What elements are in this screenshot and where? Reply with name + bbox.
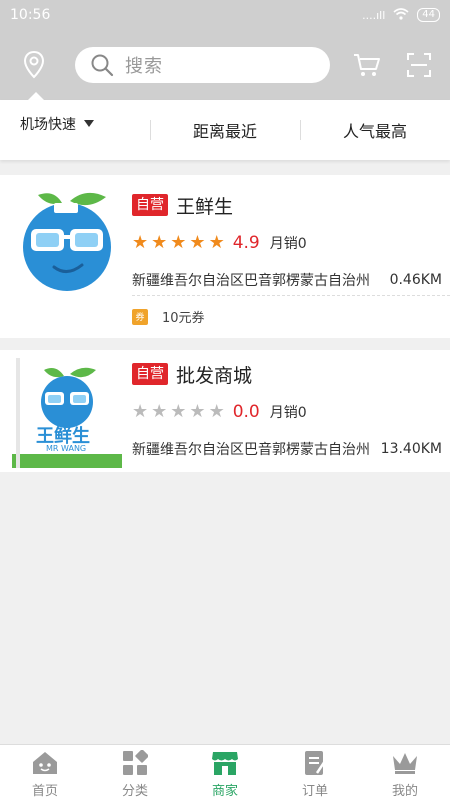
coupon-text: 10元券 [162,311,205,326]
filter-bar: 机场快速 距离最近 人气最高 [0,100,450,160]
star-icon: ★ [151,401,168,422]
home-icon [30,748,60,778]
rating-score: 0.0 [232,402,260,422]
store-distance: 13.40KM [380,441,442,457]
filter-airport-label: 机场快速 [20,117,76,133]
filter-distance[interactable]: 距离最近 [150,100,300,160]
store-list: 自营 王鲜生 ★ ★ ★ ★ ★ 4.9 月销0 新疆维吾尔自治区巴音郭楞蒙古自… [0,175,450,472]
tab-label: 商家 [211,783,238,799]
store-address: 新疆维吾尔自治区巴音郭楞蒙古自治州 [132,442,370,458]
star-icon: ★ [151,232,168,253]
tab-home[interactable]: 首页 [0,745,90,800]
signal-icon: ....ıll [362,8,386,22]
star-icon: ★ [170,401,187,422]
store-name: 王鲜生 [176,195,234,218]
pointer-notch [28,92,44,100]
search-row: 搜索 [0,38,450,94]
status-bar: 10:56 ....ıll 44 [0,0,450,30]
cart-button[interactable] [352,50,382,80]
search-icon [89,52,115,78]
status-icons: ....ıll 44 [362,7,440,23]
store-card[interactable]: 自营 王鲜生 ★ ★ ★ ★ ★ 4.9 月销0 新疆维吾尔自治区巴音郭楞蒙古自… [0,175,450,338]
filter-popular-label: 人气最高 [342,122,407,141]
filter-distance-label: 距离最近 [192,122,257,141]
tab-label: 分类 [121,783,148,799]
tab-store[interactable]: 商家 [180,745,270,800]
location-pin-icon [23,50,45,79]
store-icon [210,748,240,778]
store-card[interactable]: 王鲜生 MR WANG 自营 批发商城 ★ ★ ★ ★ ★ 0.0 月销0 新疆… [0,350,450,484]
store-info: 自营 批发商城 ★ ★ ★ ★ ★ 0.0 月销0 新疆维吾尔自治区巴音郭楞蒙古… [132,360,442,460]
rating-stars: ★ ★ ★ ★ ★ [132,234,225,252]
rating-score: 4.9 [232,233,260,253]
star-icon: ★ [132,232,149,253]
filter-popular[interactable]: 人气最高 [300,100,450,160]
rating-stars: ★ ★ ★ ★ ★ [132,403,225,421]
tab-label: 我的 [391,783,418,799]
search-input[interactable]: 搜索 [75,47,330,83]
battery-icon: 44 [417,8,440,22]
header-area: 10:56 ....ıll 44 搜索 [0,0,450,100]
tab-label: 首页 [31,783,58,799]
store-distance: 0.46KM [389,272,442,288]
cart-icon [354,54,380,76]
store-name: 批发商城 [176,364,253,387]
tab-orders[interactable]: 订单 [270,745,360,800]
store-address: 新疆维吾尔自治区巴音郭楞蒙古自治州 [132,273,370,289]
tab-mine[interactable]: 我的 [360,745,450,800]
order-icon [300,748,330,778]
store-logo [14,187,120,293]
category-icon [120,748,150,778]
store-logo: 王鲜生 MR WANG [12,358,122,468]
tab-label: 订单 [301,783,328,799]
store-info: 自营 王鲜生 ★ ★ ★ ★ ★ 4.9 月销0 新疆维吾尔自治区巴音郭楞蒙古自… [132,191,442,291]
status-time: 10:56 [10,7,51,23]
logo-text-en: MR WANG [46,444,87,453]
star-icon: ★ [132,401,149,422]
caret-down-icon [84,120,94,127]
scan-icon [407,53,431,77]
star-icon: ★ [170,232,187,253]
star-icon: ★ [189,401,206,422]
monthly-sales: 月销0 [269,236,307,252]
scan-button[interactable] [404,50,434,80]
tab-category[interactable]: 分类 [90,745,180,800]
star-icon: ★ [208,401,225,422]
star-icon: ★ [208,232,225,253]
coupon-row[interactable]: 券 10元券 [132,307,205,326]
monthly-sales: 月销0 [269,405,307,421]
self-operated-badge: 自营 [132,194,168,216]
self-operated-badge: 自营 [132,363,168,385]
location-button[interactable] [18,48,50,82]
crown-icon [390,748,420,778]
dashed-divider [132,295,450,296]
coupon-icon: 券 [132,308,148,325]
filter-airport-dropdown[interactable]: 机场快速 [0,100,150,160]
bottom-tab-bar: 首页 分类 商家 订单 我的 [0,744,450,800]
search-placeholder: 搜索 [125,56,163,77]
star-icon: ★ [189,232,206,253]
divider [0,338,450,350]
wifi-icon [393,7,409,23]
